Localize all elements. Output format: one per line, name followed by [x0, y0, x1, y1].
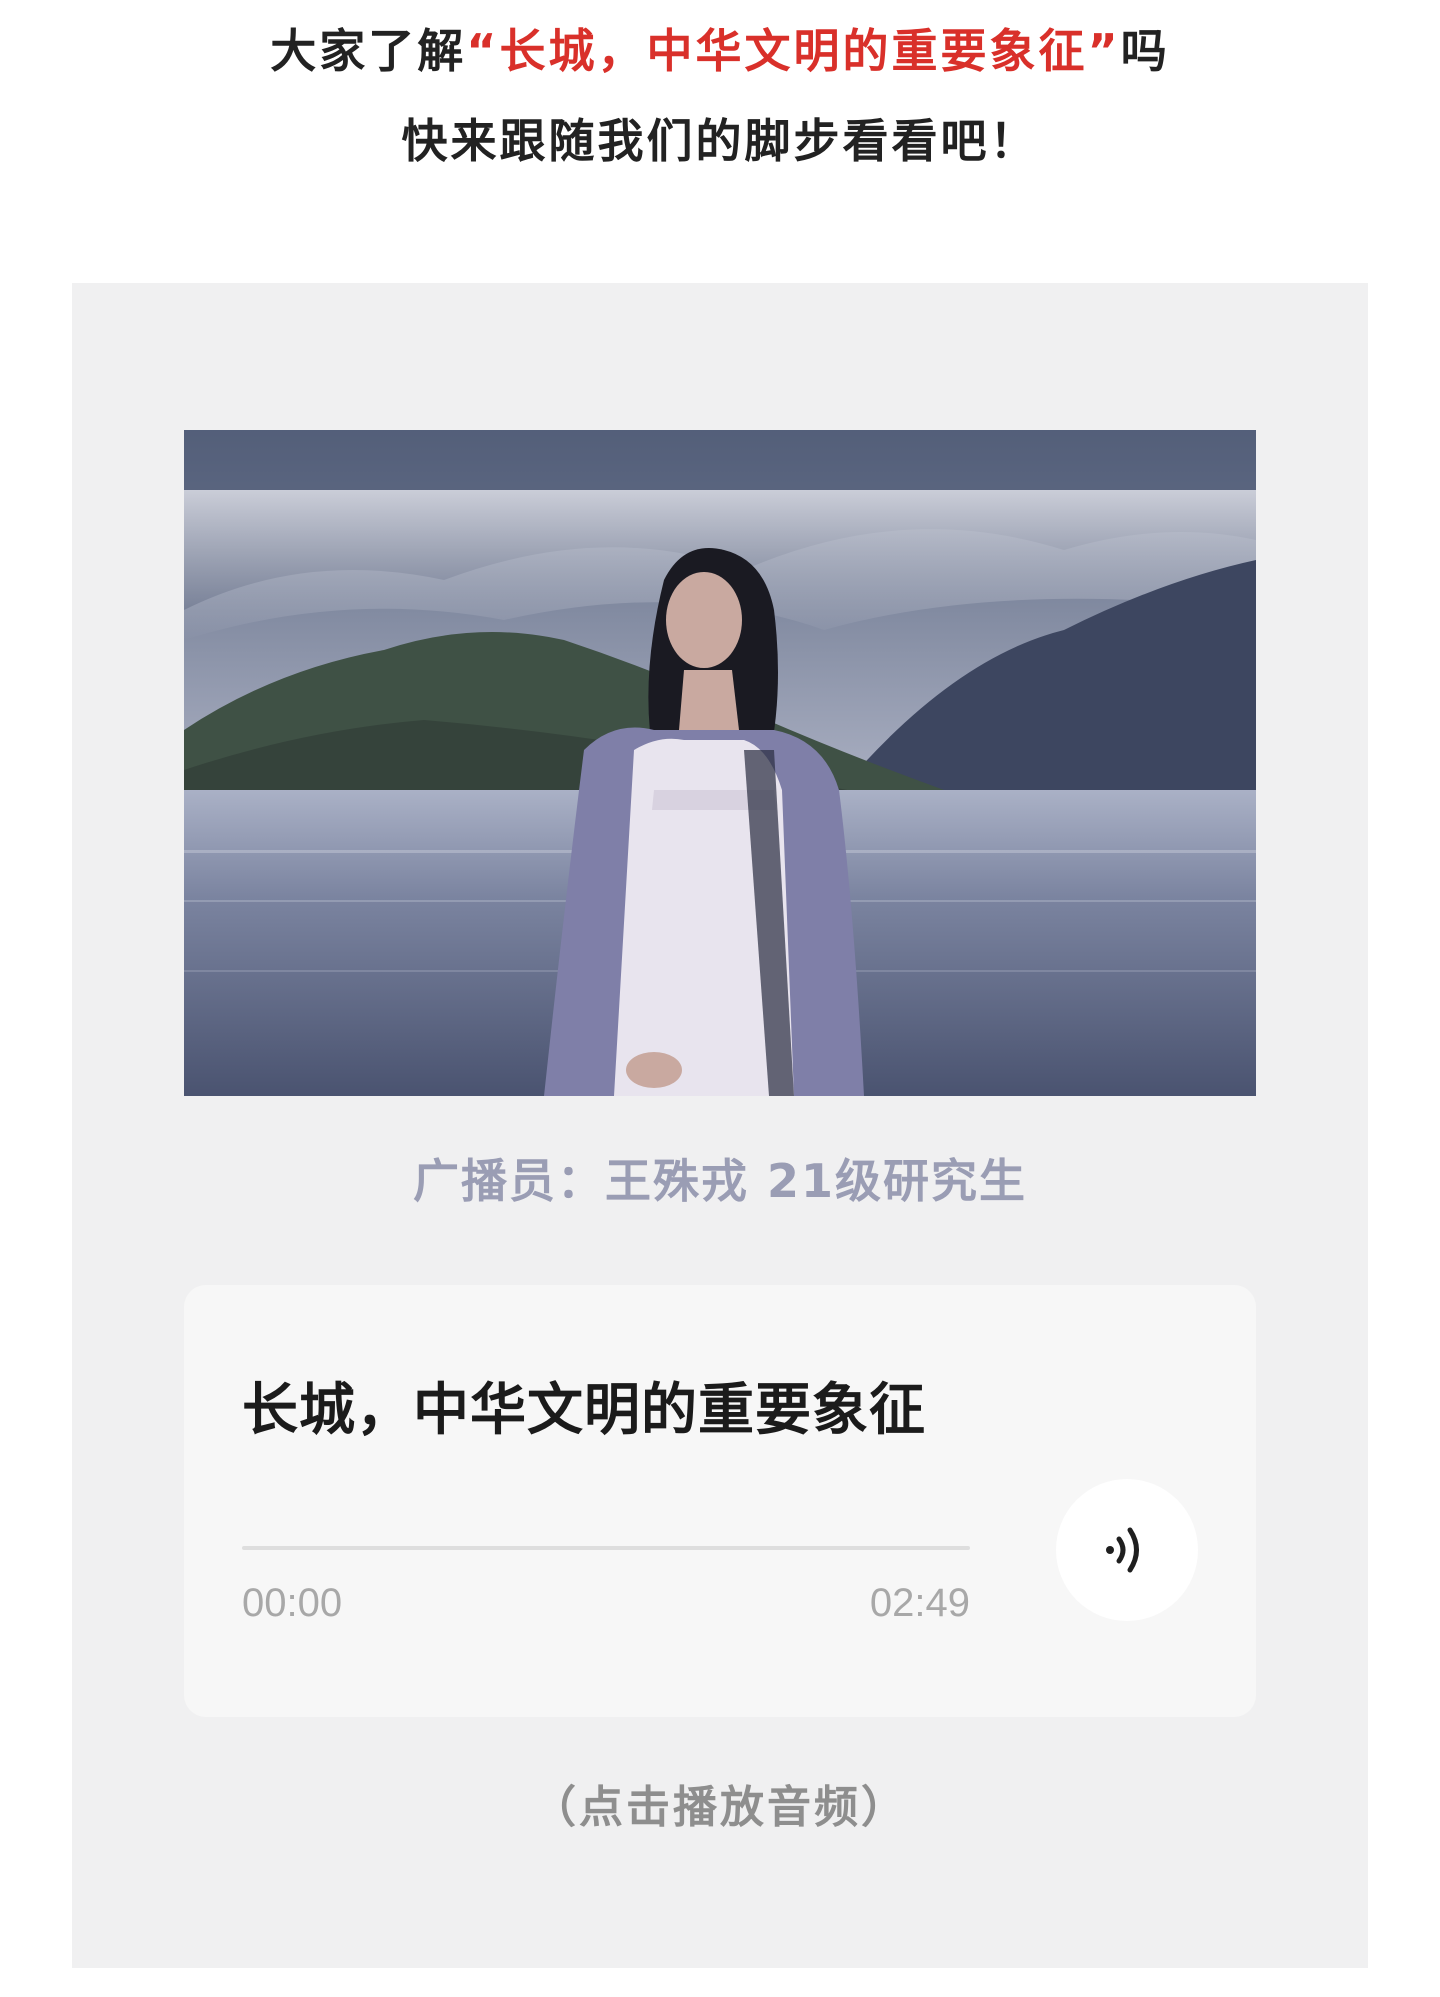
intro-line-2: 快来跟随我们的脚步看看吧！ [401, 114, 1039, 168]
audio-title: 长城，中华文明的重要象征 [242, 1378, 926, 1443]
broadcaster-caption: 广播员：王殊戎 21级研究生 [412, 1154, 1028, 1208]
intro-suffix: 吗 [1120, 24, 1170, 78]
duration-time: 02:49 [869, 1581, 970, 1625]
intro-prefix: 大家了解 [270, 24, 467, 78]
audio-player[interactable]: 长城，中华文明的重要象征 00:00 02:49 [184, 1285, 1256, 1717]
intro-highlight: “长城，中华文明的重要象征” [466, 24, 1121, 78]
intro-line-1: 大家了解“长城，中华文明的重要象征”吗 [0, 20, 1440, 82]
broadcaster-photo [184, 430, 1256, 1096]
play-hint: （点击播放音频） [532, 1782, 908, 1833]
audio-wave-icon [1106, 1527, 1139, 1573]
audio-card: 广播员：王殊戎 21级研究生 长城，中华文明的重要象征 00:00 02:49 … [72, 283, 1368, 1968]
play-button[interactable] [1056, 1479, 1198, 1621]
current-time: 00:00 [242, 1581, 343, 1625]
progress-bar[interactable] [242, 1546, 970, 1550]
